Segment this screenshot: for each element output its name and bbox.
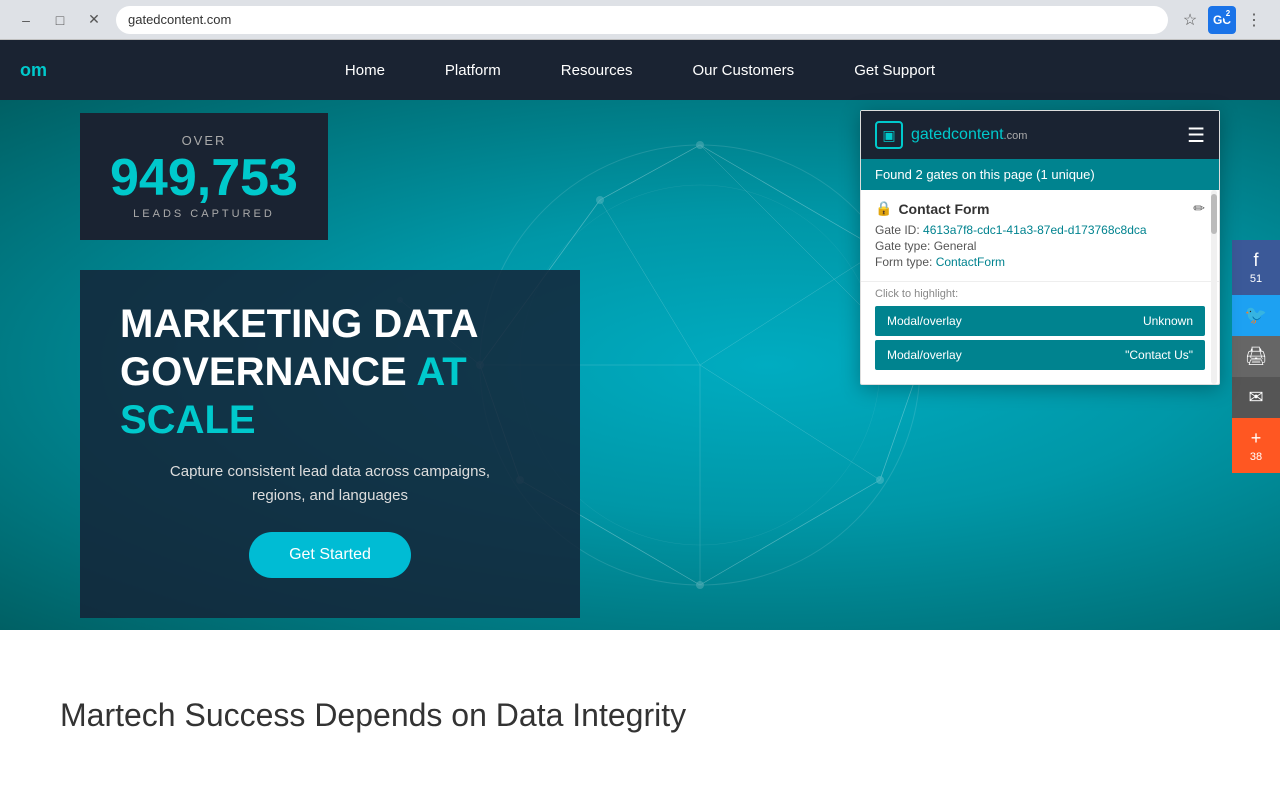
gate-item-header: 🔒 Contact Form ✏ (875, 200, 1205, 217)
gate-type-value: General (934, 239, 977, 253)
leads-label: LEADS CAPTURED (110, 208, 298, 220)
extension-logo-text: gatedcontent.com (911, 126, 1027, 144)
found-text: Found 2 gates on this page (1 unique) (875, 167, 1095, 182)
gate-id-label: Gate ID: (875, 223, 920, 237)
minimize-button[interactable]: – (12, 6, 40, 34)
extension-icon[interactable]: GC 2 (1208, 6, 1236, 34)
extension-logo: ▣ gatedcontent.com (875, 121, 1027, 149)
browser-actions: ☆ GC 2 ⋮ (1176, 6, 1268, 34)
nav-item-platform[interactable]: Platform (445, 62, 501, 79)
highlight-label-1: Unknown (1143, 314, 1193, 328)
hero-title-line1: MARKETING DATA (120, 302, 478, 346)
window-controls: – □ ✕ (12, 6, 108, 34)
close-button[interactable]: ✕ (80, 6, 108, 34)
share-count: 38 (1250, 451, 1262, 463)
website-container: om Home Platform Resources Our Customers… (0, 40, 1280, 800)
leads-number: 949,753 (110, 152, 298, 204)
address-bar[interactable]: gatedcontent.com (116, 6, 1168, 34)
highlight-type-2: Modal/overlay (887, 348, 962, 362)
highlight-section: Click to highlight: Modal/overlay Unknow… (861, 282, 1219, 384)
twitter-icon: 🐦 (1245, 305, 1267, 326)
gate-title: 🔒 Contact Form (875, 200, 989, 217)
extension-found-bar: Found 2 gates on this page (1 unique) (861, 159, 1219, 190)
highlight-row-1[interactable]: Modal/overlay Unknown (875, 306, 1205, 336)
lock-icon: 🔒 (875, 200, 892, 217)
gate-item: 🔒 Contact Form ✏ Gate ID: 4613a7f8-cdc1-… (861, 190, 1219, 282)
highlight-label-2: "Contact Us" (1125, 348, 1193, 362)
bottom-section: Martech Success Depends on Data Integrit… (0, 630, 1280, 800)
extension-menu-button[interactable]: ☰ (1187, 123, 1205, 148)
highlight-row-2[interactable]: Modal/overlay "Contact Us" (875, 340, 1205, 370)
nav-item-support[interactable]: Get Support (854, 62, 935, 79)
menu-icon[interactable]: ⋮ (1240, 6, 1268, 34)
scrollbar-track[interactable] (1211, 190, 1217, 384)
bottom-title: Martech Success Depends on Data Integrit… (60, 697, 686, 734)
main-nav: om Home Platform Resources Our Customers… (0, 40, 1280, 100)
extension-body: 🔒 Contact Form ✏ Gate ID: 4613a7f8-cdc1-… (861, 190, 1219, 384)
scrollbar-thumb[interactable] (1211, 194, 1217, 234)
email-icon: ✉ (1248, 387, 1263, 408)
logo-content: content (951, 126, 1003, 143)
print-icon: 🖨 (1245, 346, 1268, 367)
facebook-count: 51 (1250, 273, 1262, 285)
nav-item-customers[interactable]: Our Customers (692, 62, 794, 79)
email-share-button[interactable]: ✉ (1232, 377, 1280, 418)
nav-item-home[interactable]: Home (345, 62, 385, 79)
hero-content: OVER 949,753 LEADS CAPTURED MARKETING DA… (0, 113, 580, 618)
twitter-share-button[interactable]: 🐦 (1232, 295, 1280, 336)
hero-subtitle: Capture consistent lead data across camp… (120, 460, 540, 508)
nav-item-resources[interactable]: Resources (561, 62, 633, 79)
hero-title: MARKETING DATAGOVERNANCE AT SCALE (120, 300, 540, 444)
nav-logo: om (20, 60, 47, 81)
click-to-highlight-label: Click to highlight: (875, 288, 1205, 300)
hero-headline-box: MARKETING DATAGOVERNANCE AT SCALE Captur… (80, 270, 580, 618)
get-started-button[interactable]: Get Started (249, 532, 411, 578)
maximize-button[interactable]: □ (46, 6, 74, 34)
more-share-button[interactable]: + 38 (1232, 418, 1280, 473)
gate-type-label: Gate type: (875, 239, 930, 253)
print-button[interactable]: 🖨 (1232, 336, 1280, 377)
facebook-icon: f (1253, 250, 1258, 271)
form-type-value: ContactForm (936, 255, 1005, 269)
address-text: gatedcontent.com (128, 12, 231, 27)
share-icon: + (1251, 428, 1262, 449)
leads-counter-box: OVER 949,753 LEADS CAPTURED (80, 113, 328, 240)
gate-type-detail: Gate type: General (875, 239, 1205, 253)
gate-id-value: 4613a7f8-cdc1-41a3-87ed-d173768c8dca (923, 223, 1147, 237)
gate-edit-button[interactable]: ✏ (1193, 200, 1205, 217)
browser-chrome: – □ ✕ gatedcontent.com ☆ GC 2 ⋮ (0, 0, 1280, 40)
gate-title-text: Contact Form (898, 201, 989, 217)
extension-badge: 2 (1222, 8, 1234, 20)
form-type-detail: Form type: ContactForm (875, 255, 1205, 269)
gate-id-detail: Gate ID: 4613a7f8-cdc1-41a3-87ed-d173768… (875, 223, 1205, 237)
bookmark-icon[interactable]: ☆ (1176, 6, 1204, 34)
extension-logo-icon: ▣ (875, 121, 903, 149)
logo-com: .com (1004, 130, 1028, 142)
form-type-label: Form type: (875, 255, 932, 269)
hero-title-line2: GOVERNANCE (120, 350, 416, 394)
extension-header: ▣ gatedcontent.com ☰ (861, 111, 1219, 159)
logo-gated: gated (911, 126, 951, 143)
leads-over-label: OVER (110, 133, 298, 148)
facebook-share-button[interactable]: f 51 (1232, 240, 1280, 295)
social-sidebar: f 51 🐦 🖨 ✉ + 38 (1232, 240, 1280, 473)
extension-popup: ▣ gatedcontent.com ☰ Found 2 gates on th… (860, 110, 1220, 385)
highlight-type-1: Modal/overlay (887, 314, 962, 328)
